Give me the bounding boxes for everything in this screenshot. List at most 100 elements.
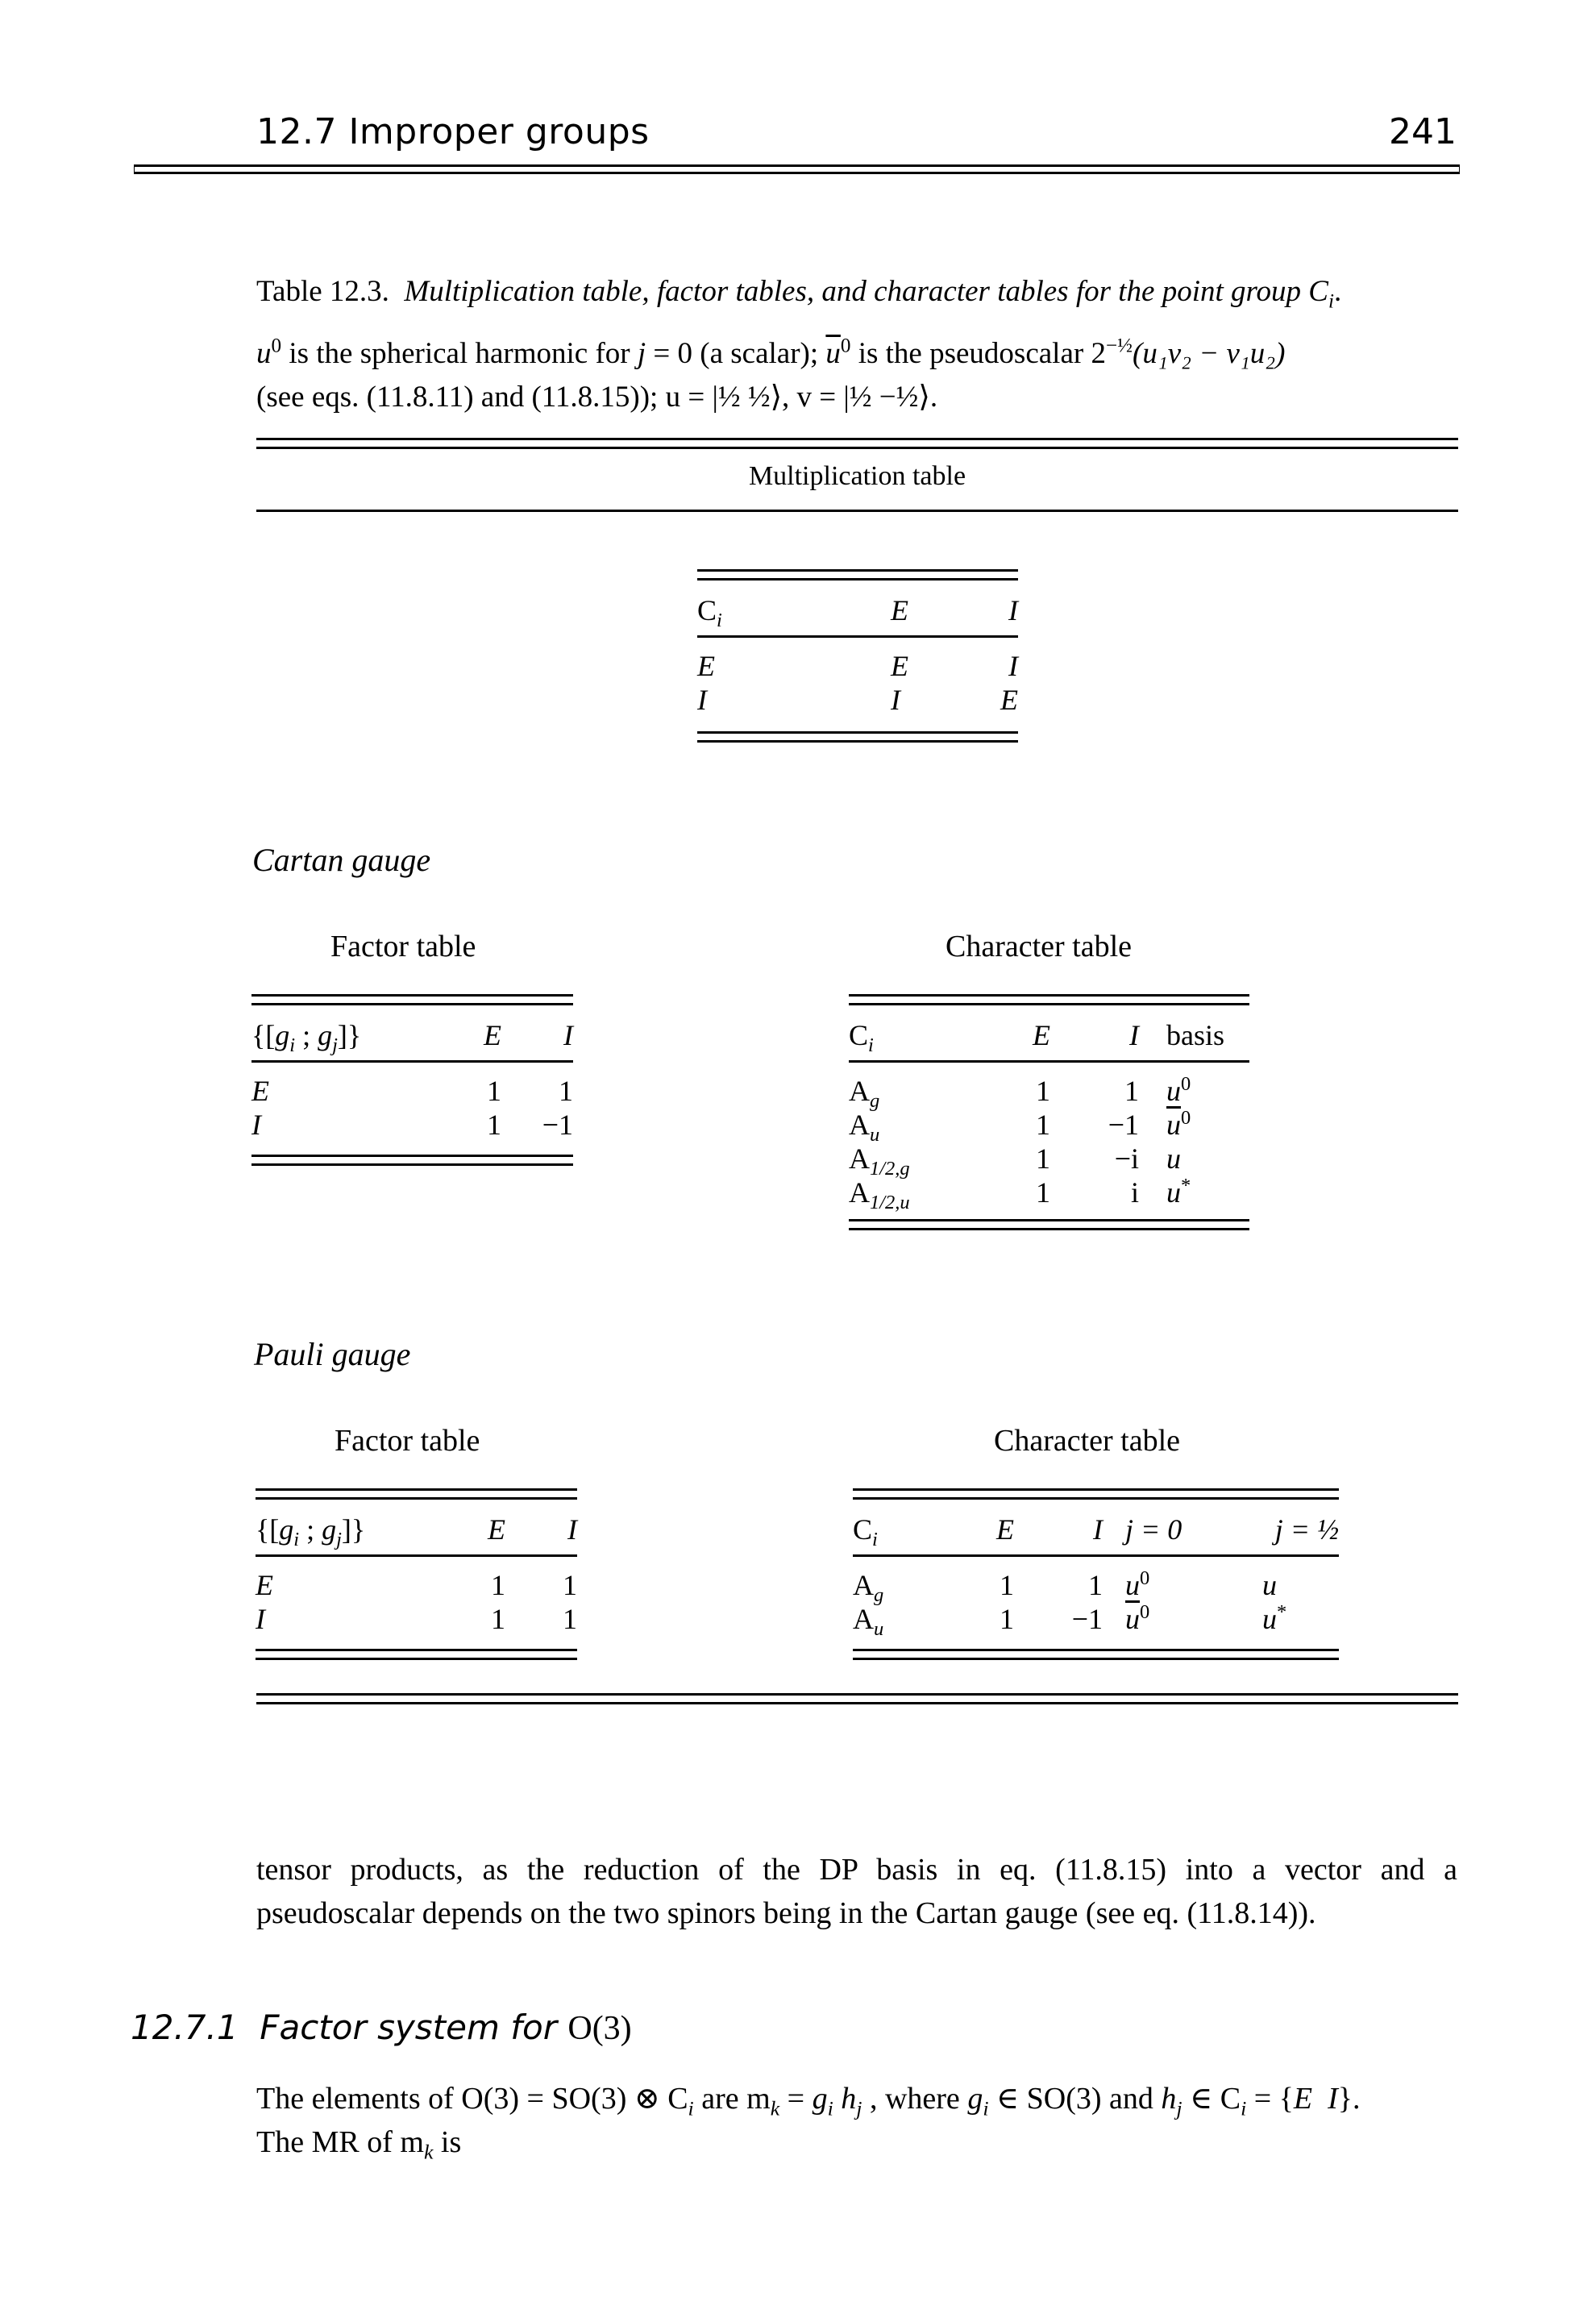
- header-rule: [251, 1060, 573, 1063]
- row-label: E: [697, 650, 715, 682]
- basis-sup: *: [1181, 1175, 1191, 1196]
- basis-sup: *: [1277, 1601, 1287, 1623]
- table-row: A1/2,u 1 i u*: [849, 1176, 1249, 1213]
- caption-title: Multiplication table, factor tables, and…: [404, 275, 1328, 308]
- irrep-symbol: A: [853, 1569, 874, 1601]
- ubar-sup: 0: [840, 335, 851, 357]
- table-top-rule: [251, 994, 573, 1005]
- basis-symbol: u: [1262, 1569, 1277, 1601]
- table-row: Ag 1 1 u0 u: [853, 1568, 1339, 1605]
- cell: 1: [487, 1075, 501, 1107]
- pseudoscalar-formula: (u₁v₂ − v₁u₂): [1133, 337, 1286, 370]
- group-sub: i: [868, 1034, 874, 1057]
- cartan-character-table: Ci E I basis Ag 1 1 u0 Au 1 −1 u0 A1/2,g 1 −i u A1/2…: [849, 994, 1249, 1230]
- row-label: I: [256, 1603, 265, 1635]
- table-bottom-rule: [251, 1155, 573, 1166]
- jhalf-basis-cell: u*: [1214, 1602, 1339, 1636]
- table-bottom-rule: [256, 1649, 577, 1660]
- col-header: E: [488, 1513, 505, 1546]
- text-line: The MR of mk is: [256, 2125, 462, 2164]
- corner-cell: {[gi ; gj]}: [251, 1019, 362, 1057]
- j0-basis-cell: u0: [1103, 1568, 1214, 1602]
- character-value: 1: [1036, 1176, 1050, 1209]
- cell: 1: [491, 1603, 505, 1635]
- group-symbol: C: [849, 1019, 869, 1051]
- character-value: 1: [1088, 1569, 1103, 1601]
- irrep-symbol: A: [849, 1176, 870, 1209]
- subsection-title-group: O(3): [567, 2010, 632, 2047]
- col-header: j = ½: [1274, 1513, 1339, 1546]
- subsection-heading: 12.7.1 Factor system for O(3): [131, 2008, 632, 2048]
- row-label: I: [251, 1109, 261, 1141]
- row-label: E: [256, 1569, 273, 1601]
- table-row: E E I: [697, 649, 1018, 683]
- group-symbol: C: [697, 594, 717, 626]
- table-row: Ag 1 1 u0: [849, 1074, 1249, 1111]
- table-row: E 1 1: [251, 1074, 573, 1108]
- character-value: −1: [1071, 1603, 1103, 1635]
- cell: I: [1008, 650, 1018, 682]
- subsection-title: Factor system for: [260, 2008, 568, 2047]
- basis-symbol: u: [1125, 1569, 1140, 1601]
- irrep-symbol: A: [849, 1142, 870, 1175]
- multiplication-table: Ci E I E E I I I E: [697, 569, 1018, 743]
- table-top-rule: [697, 569, 1018, 580]
- corner-cell: Ci: [853, 1513, 982, 1550]
- caption-title-end: .: [1333, 275, 1342, 308]
- text-line: The elements of O(3) = SO(3) ⊗ Ci are mk…: [256, 2082, 1361, 2120]
- header-rule: [697, 635, 1018, 638]
- table-top-rule: [256, 1488, 577, 1500]
- basis-sup: 0: [1181, 1107, 1191, 1129]
- col-header: basis: [1166, 1019, 1224, 1051]
- basis-sup: 0: [1140, 1567, 1150, 1589]
- header-rule: [134, 164, 1460, 174]
- irrep-label: Ag: [853, 1568, 982, 1605]
- multiplication-table-heading: Multiplication table: [748, 461, 966, 491]
- pauli-character-table-title: Character table: [994, 1424, 1181, 1458]
- subsection-number: 12.7.1: [131, 2008, 239, 2047]
- basis-sup: 0: [1140, 1601, 1150, 1623]
- basis-symbol: u: [1166, 1075, 1181, 1107]
- basis-cell: u*: [1139, 1176, 1249, 1209]
- table-bottom-rule: [849, 1219, 1249, 1230]
- u0-symbol: u: [256, 337, 272, 370]
- table-row: I 1 −1: [251, 1108, 573, 1142]
- caption-text: = 0 (a scalar);: [646, 337, 826, 370]
- character-value: 1: [1124, 1075, 1139, 1107]
- table-header-row: Ci E I: [697, 593, 1018, 630]
- col-header: j = 0: [1125, 1513, 1182, 1546]
- j-symbol: j: [637, 337, 646, 370]
- character-value: 1: [1000, 1569, 1014, 1601]
- pauli-character-table: Ci E I j = 0 j = ½ Ag 1 1 u0 u Au 1 −1 u0 u*: [853, 1488, 1339, 1660]
- table-header-row: Ci E I basis: [849, 1018, 1249, 1055]
- jhalf-basis-cell: u: [1214, 1568, 1339, 1602]
- corner-cell: Ci: [697, 593, 858, 630]
- table-row: Au 1 −1 u0 u*: [853, 1601, 1339, 1639]
- basis-symbol: u: [1125, 1603, 1140, 1635]
- row-label: I: [697, 684, 707, 716]
- character-value: −i: [1114, 1142, 1139, 1175]
- character-value: i: [1130, 1176, 1139, 1209]
- caption-title-sub: i: [1328, 290, 1334, 313]
- table-block-bottom-rule: [256, 1693, 1458, 1704]
- group-sub: i: [717, 610, 722, 632]
- body-paragraph: tensor products, as the reduction of the…: [256, 1848, 1457, 1935]
- character-table-body: Ag 1 1 u0 u Au 1 −1 u0 u*: [853, 1568, 1339, 1639]
- header-rule: [853, 1554, 1339, 1557]
- cell: 1: [487, 1109, 501, 1141]
- table-row: E 1 1: [256, 1568, 577, 1602]
- col-header: E: [484, 1019, 501, 1051]
- table-row: I 1 1: [256, 1602, 577, 1636]
- irrep-label: A1/2,g: [849, 1142, 1018, 1179]
- caption-text: is the spherical harmonic for: [281, 337, 638, 370]
- cell: −1: [542, 1109, 573, 1141]
- body-paragraph: The elements of O(3) = SO(3) ⊗ Ci are mk…: [256, 2077, 1457, 2164]
- header-rule: [849, 1060, 1249, 1063]
- cell: 1: [563, 1603, 577, 1635]
- basis-symbol: u: [1166, 1176, 1181, 1209]
- irrep-sub: 1/2,u: [870, 1192, 910, 1214]
- group-sub: i: [872, 1529, 878, 1551]
- irrep-symbol: A: [849, 1109, 870, 1141]
- col-header: E: [891, 594, 908, 626]
- table-row: Au 1 −1 u0: [849, 1107, 1249, 1145]
